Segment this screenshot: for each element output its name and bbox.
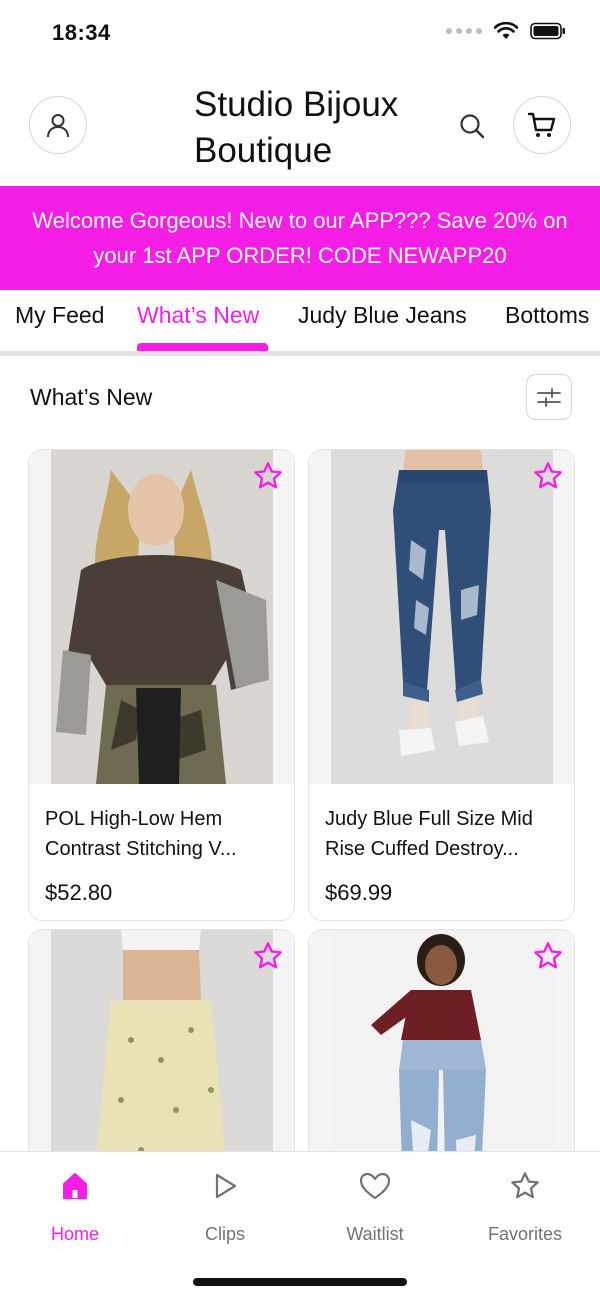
sliders-icon [537,388,561,407]
star-icon [254,462,282,489]
product-card[interactable]: POL High-Low Hem Contrast Stitching V...… [28,449,295,921]
filter-button[interactable] [526,374,572,420]
product-image[interactable] [29,930,294,1168]
promo-banner[interactable]: Welcome Gorgeous! New to our APP??? Save… [0,186,600,290]
search-icon [460,114,485,139]
status-indicators [446,22,566,40]
store-title: Studio Bijoux Boutique [194,82,434,174]
bottom-navigation: Home Clips Waitlist Favorites [0,1151,600,1299]
product-card[interactable] [308,929,575,1169]
product-price: $52.80 [45,880,113,905]
star-icon [511,1172,539,1199]
wifi-icon [494,22,518,39]
favorite-button[interactable] [250,938,286,974]
promo-text: Welcome Gorgeous! New to our APP??? Save… [32,208,568,268]
tab-my-feed[interactable]: My Feed [15,302,104,329]
signal-icon [446,28,482,34]
tab-bottoms[interactable]: Bottoms [505,302,589,329]
store-title-line2: Boutique [194,131,333,170]
product-price: $69.99 [325,880,393,905]
product-photo [331,930,553,1168]
cart-button[interactable] [513,96,571,154]
favorite-button[interactable] [250,458,286,494]
tab-judy-blue-jeans[interactable]: Judy Blue Jeans [298,302,467,329]
product-image[interactable] [29,450,294,784]
active-tab-indicator [137,343,268,351]
product-card[interactable]: Judy Blue Full Size Mid Rise Cuffed Dest… [308,449,575,921]
product-name: Judy Blue Full Size Mid Rise Cuffed Dest… [325,808,533,860]
star-icon [534,462,562,489]
product-photo [51,450,273,784]
heart-icon [359,1172,391,1200]
home-icon [63,1173,87,1199]
user-icon [47,114,69,138]
nav-clips[interactable]: Clips [150,1168,300,1245]
favorite-button[interactable] [530,938,566,974]
cart-icon [527,112,556,137]
tab-whats-new[interactable]: What’s New [137,302,259,329]
status-bar: 18:34 [0,0,600,64]
nav-waitlist[interactable]: Waitlist [300,1168,450,1245]
nav-label: Clips [204,1224,245,1244]
nav-label: Waitlist [346,1224,404,1244]
home-indicator[interactable] [193,1278,407,1286]
nav-label: Home [50,1224,99,1244]
app-header: Studio Bijoux Boutique [0,64,600,186]
battery-icon [530,22,565,40]
section-title: What’s New [30,384,153,410]
search-button[interactable] [452,106,492,146]
star-icon [254,942,282,969]
nav-home[interactable]: Home [0,1168,150,1245]
product-card[interactable] [28,929,295,1169]
product-name: POL High-Low Hem Contrast Stitching V... [45,808,237,860]
star-icon [534,942,562,969]
product-photo [331,450,553,784]
play-icon [215,1173,237,1199]
category-tabs: My Feed What’s New Judy Blue Jeans Botto… [0,290,600,356]
nav-label: Favorites [487,1224,563,1244]
account-button[interactable] [29,96,87,154]
product-photo [51,930,273,1168]
product-image[interactable] [309,450,574,784]
status-time: 18:34 [52,20,111,45]
nav-favorites[interactable]: Favorites [450,1168,600,1245]
favorite-button[interactable] [530,458,566,494]
store-title-line1: Studio Bijoux [194,85,399,124]
product-image[interactable] [309,930,574,1168]
